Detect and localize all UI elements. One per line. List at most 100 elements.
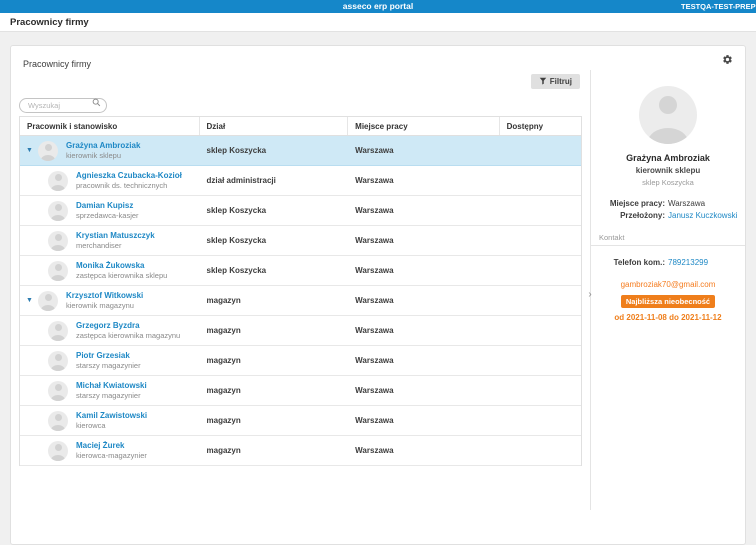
column-header: Pracownik i stanowisko bbox=[20, 117, 200, 135]
available-cell bbox=[500, 436, 581, 465]
card-header: Pracownicy firmy bbox=[11, 46, 745, 70]
workplace-value: Warszawa bbox=[668, 199, 706, 208]
location-cell: Warszawa bbox=[355, 236, 394, 245]
table-row[interactable]: Kamil Zawistowski kierowca magazyn Warszawa bbox=[20, 406, 581, 436]
available-cell bbox=[500, 346, 581, 375]
avatar bbox=[48, 320, 68, 341]
breadcrumb: Pracownicy firmy bbox=[10, 16, 89, 28]
department-cell: magazyn bbox=[206, 356, 241, 365]
phone-row: Telefon kom.: 789213299 bbox=[591, 258, 745, 268]
employee-cell: ▼ Krzysztof Witkowski kierownik magazynu bbox=[20, 286, 200, 315]
detail-department: sklep Koszycka bbox=[642, 178, 694, 187]
employee-cell: Krystian Matuszczyk merchandiser bbox=[20, 226, 200, 255]
chevron-down-icon[interactable]: ▼ bbox=[26, 147, 38, 154]
employee-position: zastępca kierownika sklepu bbox=[76, 271, 168, 280]
table-row[interactable]: Michał Kwiatowski starszy magazynier magaz… bbox=[20, 376, 581, 406]
employee-position: kierownik magazynu bbox=[66, 301, 134, 310]
column-header: Dostępny bbox=[506, 122, 544, 131]
employee-name-link[interactable]: Michał Kwiatowski bbox=[76, 381, 147, 391]
employee-cell: Monika Żukowska zastępca kierownika sklep… bbox=[20, 256, 200, 285]
avatar bbox=[639, 86, 697, 144]
breadcrumb-bar: Pracownicy firmy bbox=[0, 13, 756, 32]
table-header-row: Pracownik i stanowisko Dział Miejsce pracy… bbox=[20, 117, 581, 136]
employee-position: kierowca-magazynier bbox=[76, 451, 147, 460]
employee-name-link[interactable]: Krzysztof Witkowski bbox=[66, 291, 143, 301]
employee-position: kierowca bbox=[76, 421, 106, 430]
employee-name-link[interactable]: Piotr Grzesiak bbox=[76, 351, 141, 361]
contact-section-label: Kontakt bbox=[591, 233, 745, 246]
employee-cell: Agnieszka Czubacka-Kozioł pracownik ds. t… bbox=[20, 166, 200, 195]
avatar bbox=[48, 380, 68, 401]
employee-name-link[interactable]: Kamil Zawistowski bbox=[76, 411, 147, 421]
location-cell: Warszawa bbox=[355, 146, 394, 155]
employee-cell: Grzegorz Byzdra zastępca kierownika magaz… bbox=[20, 316, 200, 345]
gear-icon[interactable] bbox=[722, 54, 733, 65]
search-row bbox=[19, 92, 582, 113]
department-cell: sklep Koszycka bbox=[206, 146, 267, 155]
location-cell: Warszawa bbox=[355, 356, 394, 365]
supervisor-label: Przełożony: bbox=[620, 211, 665, 220]
employee-cell: Kamil Zawistowski kierowca bbox=[20, 406, 200, 435]
table-row[interactable]: Damian Kupisz sprzedawca-kasjer sklep Kosz… bbox=[20, 196, 581, 226]
table-row[interactable]: ▼ Krzysztof Witkowski kierownik magazynu ma… bbox=[20, 286, 581, 316]
table-row[interactable]: Piotr Grzesiak starszy magazynier magazyn W… bbox=[20, 346, 581, 376]
department-cell: magazyn bbox=[206, 296, 241, 305]
table-row[interactable]: Monika Żukowska zastępca kierownika sklep… bbox=[20, 256, 581, 286]
column-header: Miejsce pracy bbox=[348, 117, 500, 135]
employee-name-link[interactable]: Krystian Matuszczyk bbox=[76, 231, 155, 241]
phone-link[interactable]: 789213299 bbox=[668, 258, 745, 268]
employee-name-link[interactable]: Agnieszka Czubacka-Kozioł bbox=[76, 171, 182, 181]
department-cell: magazyn bbox=[206, 416, 241, 425]
available-cell bbox=[500, 166, 581, 195]
table-row[interactable]: Krystian Matuszczyk merchandiser sklep Kos… bbox=[20, 226, 581, 256]
avatar bbox=[48, 440, 68, 461]
absence-badge: Najbliższa nieobecność bbox=[620, 295, 716, 308]
location-cell: Warszawa bbox=[355, 386, 394, 395]
table-row[interactable]: ▼ Grażyna Ambroziak kierownik sklepu sklep … bbox=[20, 136, 581, 166]
employee-position: starszy magazynier bbox=[76, 361, 141, 370]
department-cell: magazyn bbox=[206, 446, 241, 455]
panel-expander-chevron[interactable]: › bbox=[585, 288, 595, 302]
employee-position: pracownik ds. technicznych bbox=[76, 181, 168, 190]
employee-name-link[interactable]: Damian Kupisz bbox=[76, 201, 139, 211]
department-cell: magazyn bbox=[206, 326, 241, 335]
employee-name-link[interactable]: Grzegorz Byzdra bbox=[76, 321, 180, 331]
employee-name-link[interactable]: Maciej Żurek bbox=[76, 441, 147, 451]
table-row[interactable]: Grzegorz Byzdra zastępca kierownika magaz… bbox=[20, 316, 581, 346]
employee-position: merchandiser bbox=[76, 241, 122, 250]
absence-dates: od 2021-11-08 do 2021-11-12 bbox=[614, 313, 722, 322]
filter-button[interactable]: Filtruj bbox=[530, 73, 580, 89]
chevron-down-icon[interactable]: ▼ bbox=[26, 297, 38, 304]
available-cell bbox=[500, 256, 581, 285]
employee-position: kierownik sklepu bbox=[66, 151, 122, 160]
location-cell: Warszawa bbox=[355, 296, 394, 305]
toolbar: Filtruj bbox=[19, 70, 582, 92]
employee-cell: ▼ Grażyna Ambroziak kierownik sklepu bbox=[20, 136, 200, 165]
email-link[interactable]: gambroziak70@gmail.com bbox=[591, 280, 745, 289]
table-row[interactable]: Agnieszka Czubacka-Kozioł pracownik ds. t… bbox=[20, 166, 581, 196]
available-cell bbox=[500, 316, 581, 345]
phone-label: Telefon kom.: bbox=[613, 258, 665, 267]
avatar bbox=[48, 410, 68, 431]
available-cell bbox=[500, 136, 581, 165]
location-cell: Warszawa bbox=[355, 266, 394, 275]
location-cell: Warszawa bbox=[355, 326, 394, 335]
employee-cell: Maciej Żurek kierowca-magazynier bbox=[20, 436, 200, 465]
avatar bbox=[38, 140, 58, 161]
employee-name-link[interactable]: Grażyna Ambroziak bbox=[66, 141, 140, 151]
avatar bbox=[48, 260, 68, 281]
employees-table: Pracownik i stanowisko Dział Miejsce pracy… bbox=[19, 116, 582, 466]
employee-position: starszy magazynier bbox=[76, 391, 141, 400]
funnel-icon bbox=[539, 77, 547, 85]
employee-name-link[interactable]: Monika Żukowska bbox=[76, 261, 167, 271]
department-cell: dział administracji bbox=[206, 176, 276, 185]
avatar bbox=[38, 290, 58, 311]
column-header: Dział bbox=[200, 117, 349, 135]
employee-position: sprzedawca-kasjer bbox=[76, 211, 139, 220]
supervisor-link[interactable]: Janusz Kuczkowski bbox=[668, 211, 745, 221]
filter-button-label: Filtruj bbox=[549, 76, 572, 86]
avatar bbox=[48, 350, 68, 371]
card-title: Pracownicy firmy bbox=[23, 59, 92, 69]
employee-list-section: Filtruj Pracownik i stanowiskoDziałMiejs… bbox=[11, 70, 591, 510]
location-cell: Warszawa bbox=[355, 206, 394, 215]
